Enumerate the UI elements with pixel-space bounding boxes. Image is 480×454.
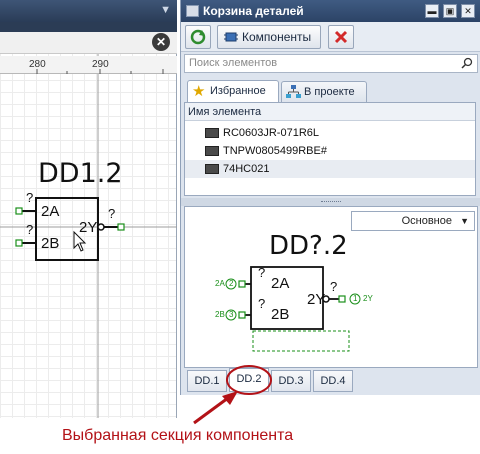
pin-a-unknown: ? <box>26 190 34 205</box>
panel-app-icon <box>186 5 199 17</box>
chip-icon <box>205 128 219 138</box>
pin-b-terminal[interactable] <box>15 239 23 247</box>
pin-number-y: 1 <box>353 294 358 303</box>
chip-icon <box>205 164 219 174</box>
tab-in-project-label: В проекте <box>304 86 355 98</box>
chip-icon <box>205 146 219 156</box>
collapse-arrow-icon[interactable]: ▼ <box>160 4 171 16</box>
pin-b-unknown: ? <box>26 222 34 237</box>
callout-text: Выбранная секция компонента <box>62 427 294 444</box>
preview-designator: DD?.2 <box>269 231 348 261</box>
editor-toolbar <box>0 32 177 54</box>
pin-number-a: 2 <box>229 279 234 288</box>
editor-tab-strip <box>0 22 177 32</box>
net-label-b: 2B <box>215 310 225 319</box>
restore-icon[interactable]: ▣ <box>443 4 457 18</box>
panel-toolbar: Компоненты <box>181 22 480 52</box>
list-item[interactable]: TNPW0805499RBE# <box>185 142 475 160</box>
tab-section-dd3[interactable]: DD.3 <box>271 370 311 392</box>
splitter-grip-icon <box>321 201 341 203</box>
refresh-button[interactable] <box>185 25 211 49</box>
tab-section-dd2[interactable]: DD.2 <box>229 368 269 392</box>
chevron-down-icon: ▼ <box>460 216 469 226</box>
preview-pin-b-label: 2B <box>271 306 290 323</box>
callout-arrow-line <box>193 396 229 425</box>
list-item-label: RC0603JR-071R6L <box>223 127 319 139</box>
panel-splitter[interactable] <box>181 198 480 206</box>
components-button[interactable]: Компоненты <box>217 25 321 49</box>
components-icon <box>224 32 238 42</box>
parts-list: Имя элемента RC0603JR-071R6L TNPW0805499… <box>184 102 476 196</box>
delete-button[interactable] <box>328 25 354 49</box>
pin-b-label: 2B <box>41 235 60 252</box>
preview-pin-y-label: 2Y <box>307 291 326 308</box>
tab-section-dd4[interactable]: DD.4 <box>313 370 353 392</box>
reference-placeholder-box <box>252 330 350 352</box>
components-button-label: Компоненты <box>242 30 312 44</box>
list-item-label: 74HC021 <box>223 163 270 175</box>
list-item[interactable]: RC0603JR-071R6L <box>185 124 475 142</box>
minimize-icon[interactable]: ▬ <box>425 4 439 18</box>
preview-pin-a-unknown: ? <box>258 265 266 280</box>
list-column-header[interactable]: Имя элемента <box>185 103 475 121</box>
preview-pin-b-terminal <box>238 311 246 319</box>
section-tabs: DD.1 DD.2 DD.3 DD.4 <box>181 368 480 395</box>
pin-a-label: 2A <box>41 203 60 220</box>
search-icon[interactable] <box>461 57 473 69</box>
component-designator: DD1.2 <box>38 158 123 189</box>
preview-pin-a-terminal <box>238 280 246 288</box>
ruler-ticks <box>36 69 164 74</box>
schematic-canvas[interactable]: DD1.2 ? ? ? 2A 2B 2Y <box>0 32 177 418</box>
pin-y-terminal[interactable] <box>117 223 125 231</box>
symbol-preview: Основное ▼ DD?.2 ? ? ? 2A 2B 2Y 2A 2 2B … <box>184 206 478 368</box>
net-label-a: 2A <box>215 279 225 288</box>
preview-pin-a-label: 2A <box>271 275 290 292</box>
search-input[interactable]: Поиск элементов <box>184 54 478 73</box>
pin-a-terminal[interactable] <box>15 207 23 215</box>
tab-section-dd1[interactable]: DD.1 <box>187 370 227 392</box>
pin-y-unknown: ? <box>108 206 116 221</box>
preview-pin-b-unknown: ? <box>258 296 266 311</box>
net-label-y: 2Y <box>363 294 373 303</box>
preview-pin-y-terminal <box>338 295 346 303</box>
editor-header: ▼ <box>0 0 177 22</box>
horizontal-ruler: 280 290 <box>0 56 177 74</box>
tab-in-project[interactable]: В проекте <box>281 81 367 103</box>
star-icon: ★ <box>192 83 206 100</box>
search-placeholder: Поиск элементов <box>189 57 278 69</box>
variant-select[interactable]: Основное ▼ <box>351 211 475 231</box>
refresh-icon <box>190 29 206 45</box>
pin-y-label: 2Y <box>79 219 98 236</box>
close-icon[interactable]: ✕ <box>152 33 170 51</box>
parts-basket-panel: Корзина деталей ▬ ▣ ✕ Компоненты Поиск э… <box>180 0 480 395</box>
list-item-selected[interactable]: 74HC021 <box>185 160 475 178</box>
tab-favorites-label: Избранное <box>210 85 266 97</box>
preview-pin-y-unknown: ? <box>330 279 338 294</box>
project-tree-icon <box>286 85 301 98</box>
tab-favorites[interactable]: ★ Избранное <box>187 80 279 103</box>
panel-close-icon[interactable]: ✕ <box>461 4 475 18</box>
app-window: ▼ DD1.2 ? ? ? 2A 2B 2Y ✕ 280 290 Корзина… <box>0 0 480 454</box>
pin-number-b: 3 <box>229 310 234 319</box>
delete-icon <box>334 30 348 44</box>
variant-select-value: Основное <box>401 215 452 227</box>
list-item-label: TNPW0805499RBE# <box>223 145 327 157</box>
inverter-bubble <box>97 223 105 231</box>
